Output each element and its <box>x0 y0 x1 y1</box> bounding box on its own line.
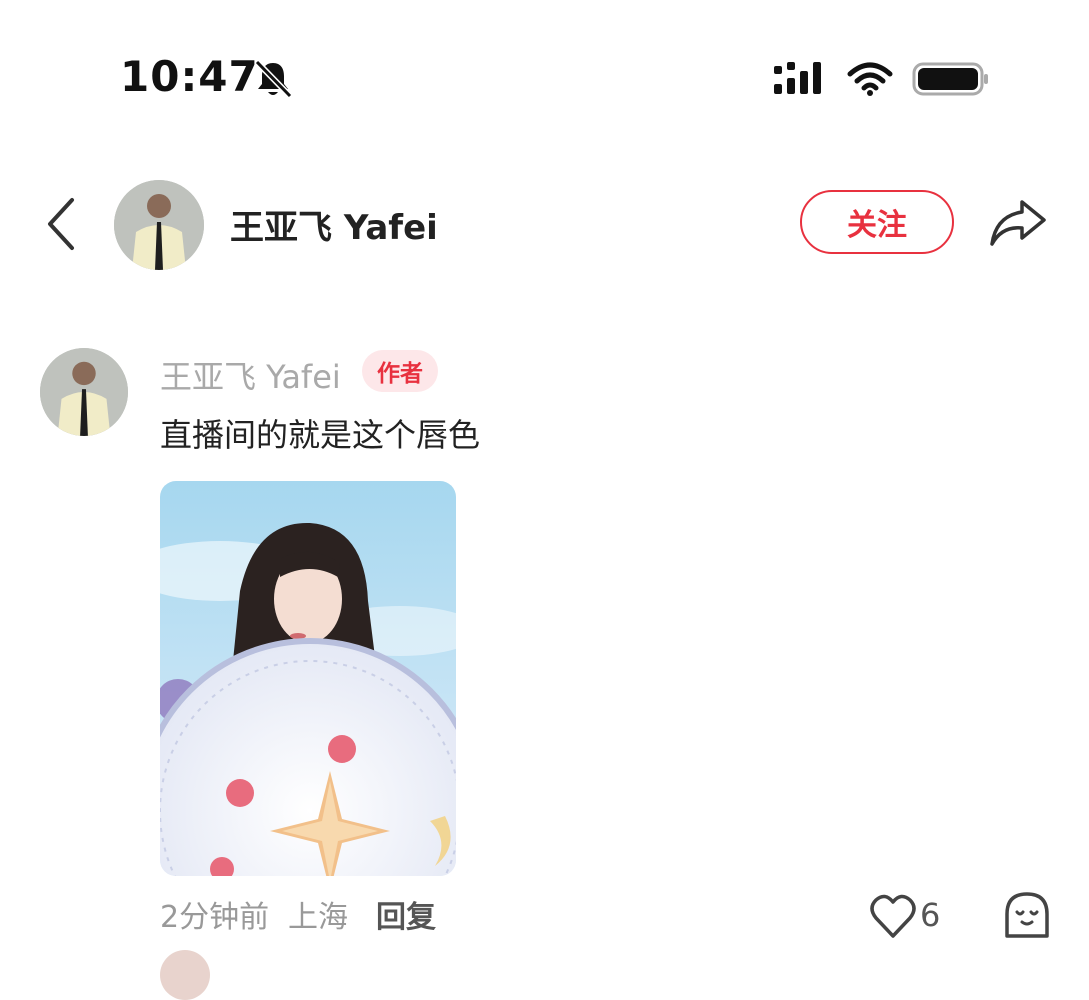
share-arrow-icon[interactable] <box>988 196 1048 248</box>
comment-photo[interactable] <box>160 481 456 876</box>
like-count: 6 <box>920 896 941 934</box>
heart-outline-icon[interactable] <box>868 892 918 940</box>
bell-muted-icon <box>254 59 293 99</box>
comment-location: 上海 <box>288 900 348 935</box>
comment-avatar[interactable] <box>40 348 128 436</box>
reply-button[interactable]: 回复 <box>376 892 436 936</box>
comment-text: 直播间的就是这个唇色 <box>160 416 481 454</box>
follow-button[interactable]: 关注 <box>800 190 954 254</box>
next-comment-avatar <box>160 950 210 1000</box>
comment-time: 2分钟前 <box>160 900 270 935</box>
author-badge: 作者 <box>362 350 438 392</box>
back-chevron-icon[interactable] <box>44 196 78 252</box>
status-time: 10:47 <box>120 52 259 101</box>
wifi-icon <box>847 62 893 96</box>
battery-icon <box>912 62 988 96</box>
comment-user-name[interactable]: 王亚飞 Yafei <box>160 352 341 398</box>
emoji-face-icon[interactable] <box>1002 890 1052 940</box>
signal-icon <box>774 62 821 94</box>
header-avatar[interactable] <box>114 180 204 270</box>
header-user-name[interactable]: 王亚飞 Yafei <box>230 200 438 249</box>
